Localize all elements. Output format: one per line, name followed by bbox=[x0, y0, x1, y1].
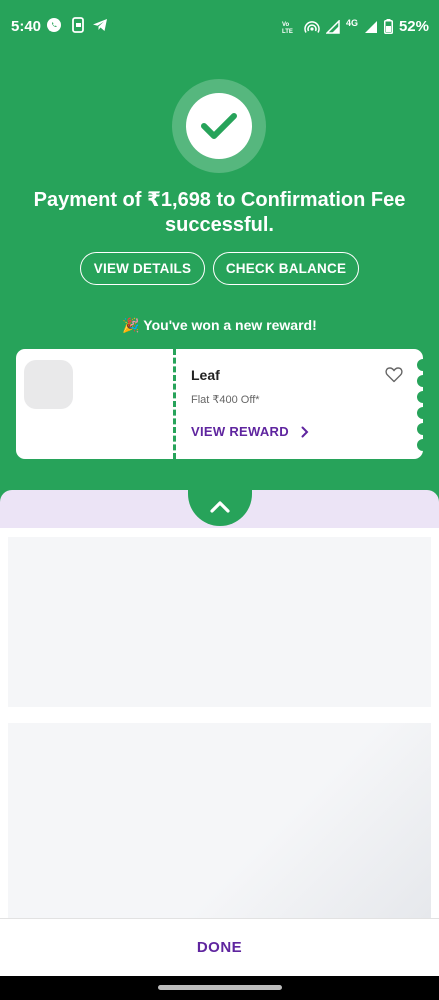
telegram-icon bbox=[93, 19, 107, 31]
reward-message: 🎉 You've won a new reward! bbox=[122, 317, 317, 333]
reward-card[interactable]: Leaf Flat ₹400 Off* VIEW REWARD bbox=[16, 349, 423, 459]
check-balance-button[interactable]: CHECK BALANCE bbox=[213, 252, 359, 285]
reward-offer: Flat ₹400 Off* bbox=[191, 394, 260, 406]
payment-status-title: Payment of ₹1,698 to Confirmation Fee su… bbox=[33, 189, 406, 236]
loading-placeholder-2 bbox=[8, 723, 431, 919]
battery-icon bbox=[383, 19, 393, 34]
bottom-action-bar: DONE bbox=[0, 918, 439, 976]
ticket-divider bbox=[173, 349, 176, 459]
status-right-group: Vo LTE 4G 52% bbox=[282, 17, 429, 36]
ticket-notches bbox=[417, 359, 423, 451]
status-time: 5:40 bbox=[11, 18, 42, 35]
done-button[interactable]: DONE bbox=[197, 939, 242, 956]
svg-text:LTE: LTE bbox=[282, 29, 293, 34]
volte-icon: Vo LTE bbox=[282, 22, 293, 34]
checkmark-icon bbox=[201, 113, 237, 139]
chevron-up-icon bbox=[210, 501, 230, 513]
signal-icon-2 bbox=[364, 20, 377, 33]
status-bar: 5:40 Vo LTE 4G 52% bbox=[0, 0, 439, 52]
home-gesture-handle[interactable] bbox=[158, 985, 282, 990]
payment-success-screen: 5:40 Vo LTE 4G 52% Payment of ₹1,698 to … bbox=[0, 0, 439, 1000]
svg-text:Vo: Vo bbox=[282, 22, 290, 28]
reward-brand: Leaf bbox=[191, 367, 220, 383]
navigation-bar bbox=[0, 976, 439, 1000]
loading-placeholder-1 bbox=[8, 537, 431, 707]
phone-icon bbox=[72, 17, 84, 33]
network-type: 4G bbox=[345, 17, 358, 28]
brand-logo-placeholder bbox=[24, 360, 73, 409]
view-details-button[interactable]: VIEW DETAILS bbox=[80, 252, 205, 285]
view-reward-link[interactable]: VIEW REWARD bbox=[191, 424, 309, 439]
signal-icon bbox=[325, 19, 340, 34]
whatsapp-icon bbox=[47, 18, 61, 32]
view-reward-label: VIEW REWARD bbox=[191, 424, 289, 439]
heart-icon[interactable] bbox=[385, 366, 403, 383]
hotspot-icon bbox=[304, 20, 320, 33]
success-circle bbox=[186, 93, 252, 159]
battery-level: 52% bbox=[398, 18, 429, 35]
success-badge bbox=[172, 79, 266, 173]
chevron-right-icon bbox=[301, 426, 309, 437]
success-header: 5:40 Vo LTE 4G 52% Payment of ₹1,698 to … bbox=[0, 0, 439, 505]
